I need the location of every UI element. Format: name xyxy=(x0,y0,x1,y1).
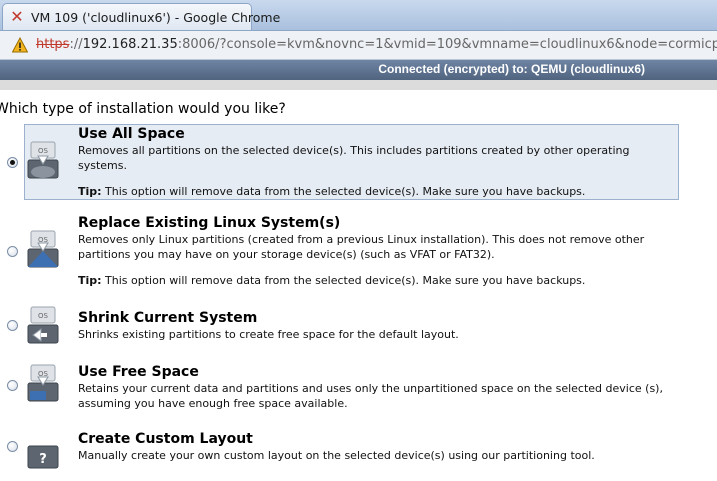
option-title: Create Custom Layout xyxy=(78,431,253,447)
address-bar[interactable]: https://192.168.21.35:8006/?console=kvm&… xyxy=(0,31,717,60)
os-drive-arrow-down-icon: OS xyxy=(27,141,59,179)
svg-text:OS: OS xyxy=(38,147,49,155)
option-use-all-space[interactable]: OS Use All Space Removes all partitions … xyxy=(0,124,717,200)
option-description: Shrinks existing partitions to create fr… xyxy=(78,328,459,341)
radio-replace-linux[interactable] xyxy=(7,246,18,257)
url-host: 192.168.21.35 xyxy=(82,37,178,52)
option-description: Removes only Linux partitions (created f… xyxy=(78,233,645,261)
option-description: Retains your current data and partitions… xyxy=(78,382,663,410)
option-tip: Tip: This option will remove data from t… xyxy=(78,274,586,287)
option-title: Use All Space xyxy=(78,126,185,142)
radio-use-free-space[interactable] xyxy=(7,380,18,391)
option-use-free-space[interactable]: OS Use Free Space Retains your current d… xyxy=(0,363,717,413)
url-text[interactable]: https://192.168.21.35:8006/?console=kvm&… xyxy=(36,37,717,52)
radio-use-all-space[interactable] xyxy=(7,157,18,168)
connection-status: Connected (encrypted) to: QEMU (cloudlin… xyxy=(378,62,645,76)
security-warning-icon[interactable] xyxy=(12,37,28,53)
os-drive-replace-icon: OS xyxy=(27,230,59,268)
svg-text:?: ? xyxy=(39,452,47,467)
novnc-status-bar: Connected (encrypted) to: QEMU (cloudlin… xyxy=(0,60,717,80)
installation-question: Which type of installation would you lik… xyxy=(0,101,286,117)
custom-layout-question-icon: ? xyxy=(27,445,59,469)
option-description: Manually create your own custom layout o… xyxy=(78,449,595,462)
browser-titlebar: ✕ VM 109 ('cloudlinux6') - Google Chrome xyxy=(0,0,717,31)
proxmox-x-icon: ✕ xyxy=(10,7,24,26)
radio-custom-layout[interactable] xyxy=(7,441,18,452)
url-scheme: https xyxy=(36,37,70,52)
option-title: Replace Existing Linux System(s) xyxy=(78,215,341,231)
option-title: Shrink Current System xyxy=(78,310,258,326)
option-description: Removes all partitions on the selected d… xyxy=(78,144,630,172)
option-shrink-current[interactable]: OS Shrink Current System Shrinks existin… xyxy=(0,306,717,349)
option-custom-layout[interactable]: ? Create Custom Layout Manually create y… xyxy=(0,430,717,470)
option-title: Use Free Space xyxy=(78,364,199,380)
option-replace-linux[interactable]: OS Replace Existing Linux System(s) Remo… xyxy=(0,213,717,289)
url-path: :8006/?console=kvm&novnc=1&vmid=109&vmna… xyxy=(177,37,717,52)
tab-title: VM 109 ('cloudlinux6') - Google Chrome xyxy=(31,10,281,25)
browser-tab[interactable]: ✕ VM 109 ('cloudlinux6') - Google Chrome xyxy=(2,3,280,30)
radio-shrink-current[interactable] xyxy=(7,320,18,331)
os-drive-free-space-icon: OS xyxy=(27,364,59,402)
os-drive-shrink-icon: OS xyxy=(27,306,59,344)
option-tip: Tip: This option will remove data from t… xyxy=(78,185,586,198)
svg-text:OS: OS xyxy=(38,312,49,320)
vnc-border xyxy=(0,80,717,90)
